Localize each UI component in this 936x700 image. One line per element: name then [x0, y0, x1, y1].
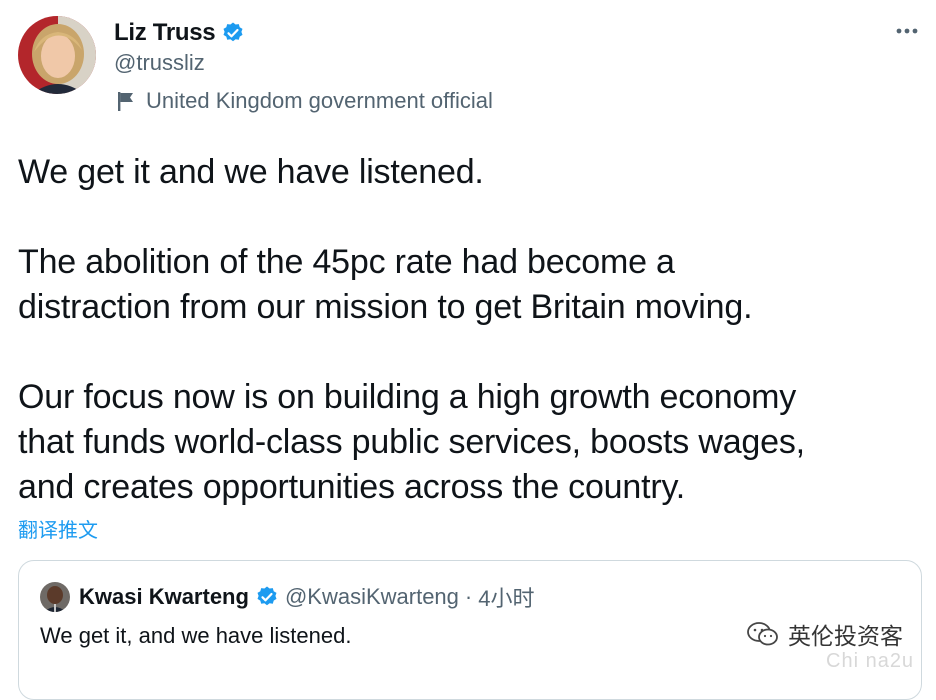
watermark-text: 英伦投资客 [788, 623, 903, 649]
government-label-text: United Kingdom government official [146, 88, 493, 113]
quoted-author-name[interactable]: Kwasi Kwarteng [79, 584, 249, 610]
tweet-text: We get it and we have listened. The abol… [18, 153, 805, 506]
verified-badge-icon [221, 21, 245, 45]
quoted-author-handle[interactable]: @KwasiKwarteng [285, 584, 459, 610]
quoted-timestamp[interactable]: 4小时 [478, 581, 534, 613]
wechat-icon [746, 621, 780, 647]
watermark-subtext: Chi na2u [826, 650, 915, 672]
author-handle[interactable]: @trussliz [114, 50, 205, 76]
quoted-header: Kwasi Kwarteng @KwasiKwarteng · 4小时 [79, 581, 534, 613]
author-avatar[interactable] [18, 16, 96, 94]
quoted-author-avatar[interactable] [40, 582, 70, 612]
meta-separator: · [464, 584, 473, 609]
author-name-row: Liz Truss [114, 16, 245, 50]
watermark: 英伦投资客 [746, 617, 903, 651]
quoted-tweet-text: We get it, and we have listened. [40, 623, 352, 648]
verified-badge-icon [255, 585, 279, 609]
government-label[interactable]: United Kingdom government official [116, 88, 493, 114]
author-name[interactable]: Liz Truss [114, 19, 216, 47]
more-options-icon[interactable] [894, 18, 920, 44]
flag-icon [116, 90, 136, 112]
translate-tweet-link[interactable]: 翻译推文 [18, 514, 98, 543]
